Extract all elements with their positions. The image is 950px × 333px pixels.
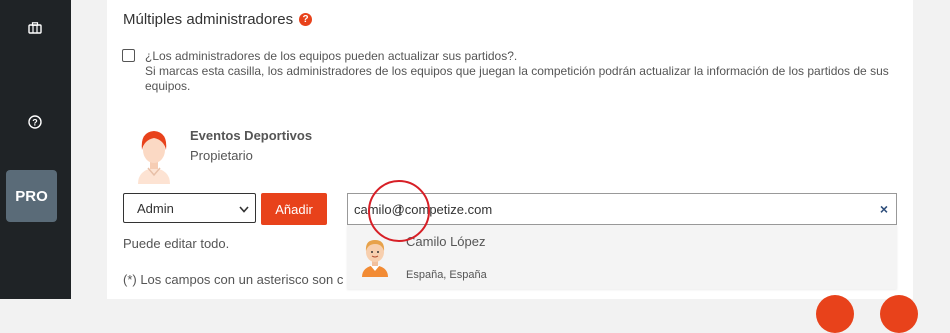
add-admin-button[interactable]: Añadir <box>261 193 327 225</box>
role-select-value: Admin <box>137 200 174 216</box>
role-select[interactable]: Admin <box>123 193 256 223</box>
owner-role: Propietario <box>190 148 253 163</box>
help-circle-icon[interactable]: ? <box>22 112 48 132</box>
required-note: (*) Los campos con un asterisco son c <box>123 272 344 287</box>
clear-icon[interactable]: × <box>880 201 888 217</box>
user-suggestion-dropdown[interactable]: Camilo López España, España <box>347 225 897 289</box>
help-icon[interactable]: ? <box>299 13 313 26</box>
text-cursor-icon: I <box>398 202 402 218</box>
owner-avatar <box>134 128 174 189</box>
owner-name: Eventos Deportivos <box>190 128 313 143</box>
suggestion-avatar <box>360 237 390 282</box>
checkbox-label: ¿Los administradores de los equipos pued… <box>145 49 890 94</box>
svg-text:?: ? <box>32 118 38 128</box>
sidebar: ? PRO <box>0 0 71 299</box>
role-hint: Puede editar todo. <box>123 236 230 251</box>
floating-action-button[interactable] <box>880 295 918 333</box>
chevron-down-icon <box>239 201 249 216</box>
floating-action-button[interactable] <box>816 295 854 333</box>
checkbox-description: Si marcas esta casilla, los administrado… <box>145 64 889 93</box>
suggestion-location: España, España <box>406 269 487 281</box>
checkbox-question: ¿Los administradores de los equipos pued… <box>145 49 518 63</box>
pro-button[interactable]: PRO <box>6 170 57 222</box>
team-admins-checkbox[interactable] <box>122 49 135 62</box>
suggestion-name: Camilo López <box>406 234 486 249</box>
section-title: Múltiples administradores ? <box>123 11 313 28</box>
section-title-text: Múltiples administradores <box>123 11 294 28</box>
briefcase-icon[interactable] <box>22 18 48 38</box>
